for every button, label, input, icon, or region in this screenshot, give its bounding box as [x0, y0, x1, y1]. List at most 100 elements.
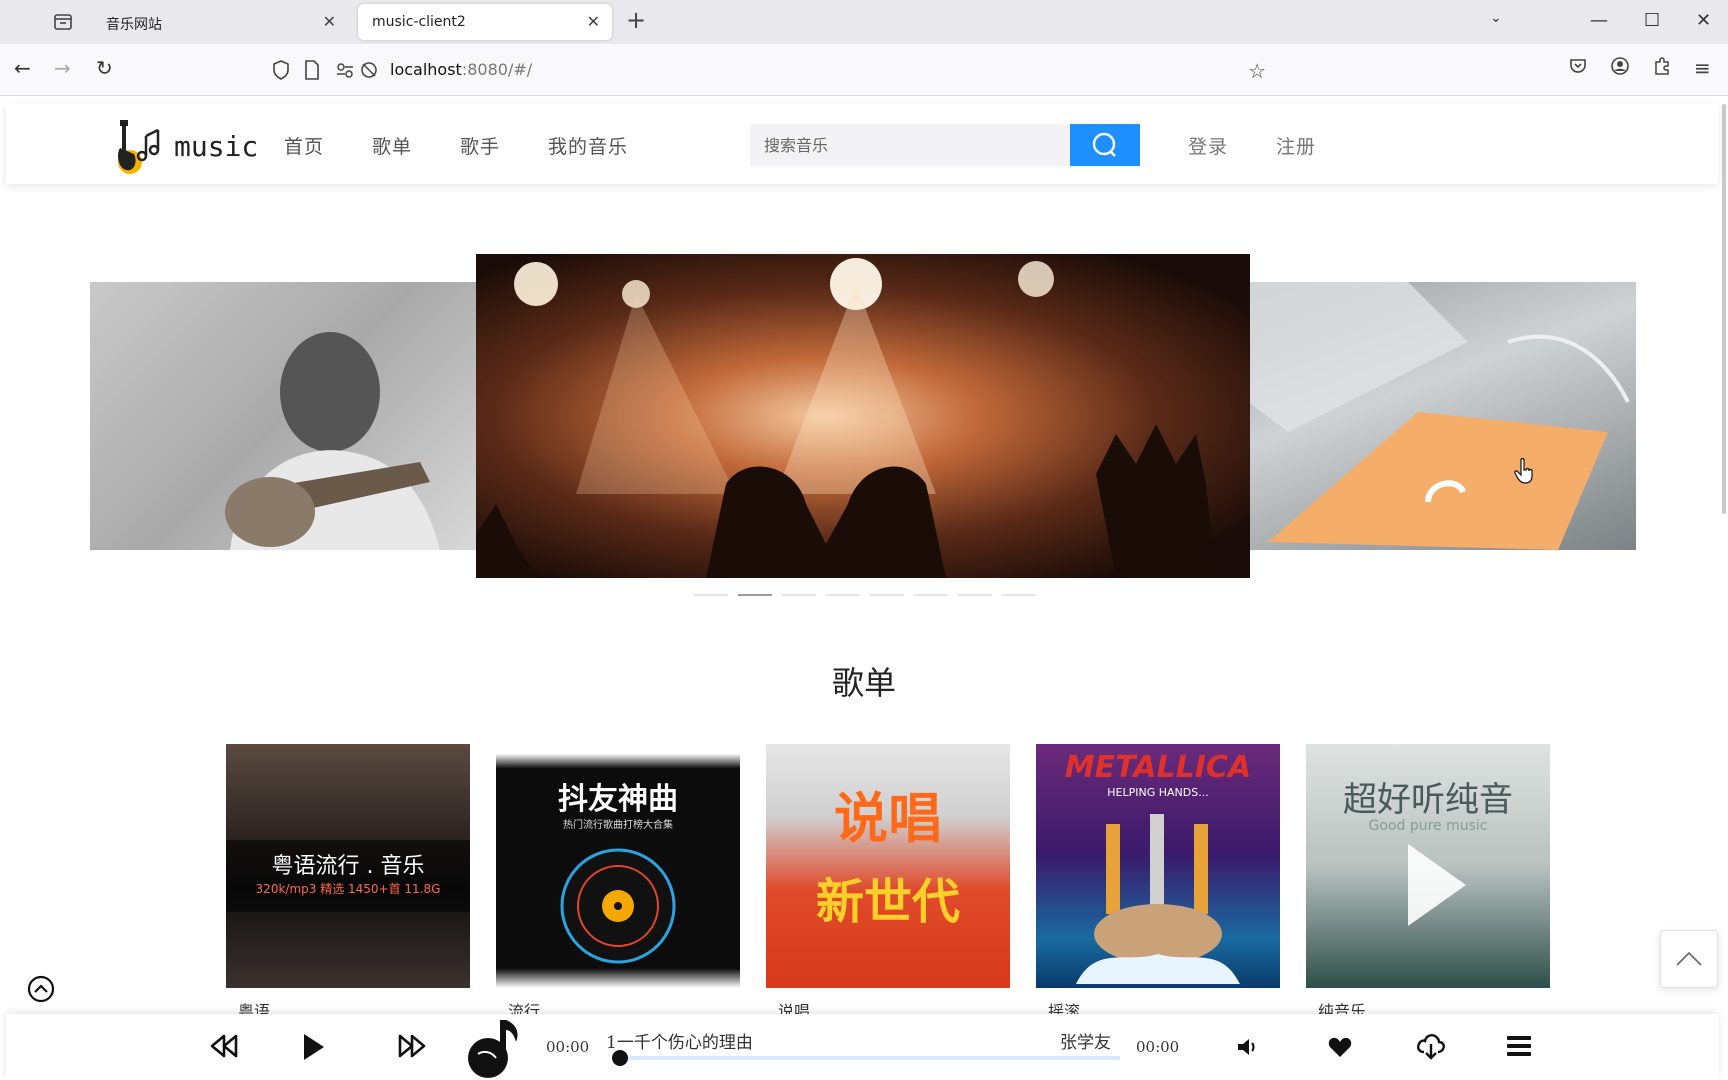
music-player-bar: 00:00 1一千个伤心的理由 张学友 00:00	[6, 1014, 1718, 1080]
forward-icon[interactable]: →	[54, 56, 71, 80]
carousel-indicator[interactable]	[914, 594, 948, 596]
cloud-download-icon	[1417, 1034, 1445, 1060]
nav-home[interactable]: 首页	[284, 132, 324, 159]
carousel-slide-prev[interactable]	[90, 282, 478, 550]
search-icon	[1092, 132, 1116, 157]
url-path: :8080/#/	[461, 60, 533, 79]
next-button[interactable]	[396, 1034, 426, 1058]
cover-title: 说唱	[834, 787, 942, 850]
browser-tab-active[interactable]: music-client2 ✕	[358, 4, 612, 40]
tab-title: music-client2	[372, 14, 466, 30]
permissions-icon[interactable]	[336, 61, 354, 79]
site-header: music 首页 歌单 歌手 我的音乐 登录 注册	[6, 104, 1718, 184]
carousel-indicator[interactable]	[738, 594, 772, 596]
chevron-up-icon	[1676, 951, 1702, 966]
favorite-button[interactable]	[1328, 1036, 1352, 1058]
url-bar[interactable]: localhost:8080/#/ ☆	[260, 51, 1420, 89]
new-tab-icon[interactable]: +	[626, 6, 646, 34]
browser-tab-strip: 音乐网站 ✕ music-client2 ✕ + ⌄ — ☐ ✕	[0, 0, 1728, 44]
close-window-icon[interactable]: ✕	[1696, 10, 1711, 31]
logo-text: music	[174, 130, 259, 163]
page-scrollbar[interactable]	[1722, 104, 1726, 514]
carousel-indicator[interactable]	[694, 594, 728, 596]
cover-subtitle: HELPING HANDS...	[1107, 786, 1209, 799]
page-icon[interactable]	[304, 60, 320, 80]
carousel-indicators	[690, 594, 1040, 600]
volume-button[interactable]	[1236, 1036, 1258, 1058]
playlist-card[interactable]: 说唱 新世代 说唱	[766, 744, 1010, 1021]
account-icon[interactable]	[1610, 56, 1630, 76]
playlist-cover[interactable]: 说唱 新世代	[766, 744, 1010, 988]
song-title: 1一千个伤心的理由	[606, 1033, 753, 1053]
url-host: localhost	[390, 60, 462, 79]
cover-title: 粤语流行 . 音乐	[271, 854, 425, 879]
shield-icon[interactable]	[272, 60, 290, 80]
reload-icon[interactable]: ↻	[96, 56, 113, 80]
tab-list-icon[interactable]	[52, 11, 74, 33]
carousel-indicator[interactable]	[782, 594, 816, 596]
playlist-cover[interactable]: METALLICA HELPING HANDS...	[1036, 744, 1280, 988]
pocket-icon[interactable]	[1568, 56, 1588, 76]
playlist-card[interactable]: 抖友神曲 热门流行歌曲打榜大合集 流行	[496, 744, 740, 1021]
volume-icon	[1238, 1039, 1255, 1055]
extensions-icon[interactable]	[1652, 56, 1672, 76]
carousel-indicator[interactable]	[1002, 594, 1036, 596]
playlist-card[interactable]: METALLICA HELPING HANDS... 摇滚	[1036, 744, 1280, 1021]
playlist-card[interactable]: 超好听纯音 Good pure music 纯音乐	[1306, 744, 1550, 1021]
bookmark-star-icon[interactable]: ☆	[1248, 59, 1266, 83]
back-to-top-button[interactable]	[1660, 930, 1718, 988]
register-link[interactable]: 注册	[1276, 132, 1316, 159]
cover-subtitle: Good pure music	[1368, 818, 1488, 834]
collapse-player-icon[interactable]	[26, 974, 56, 1004]
search-button[interactable]	[1070, 124, 1140, 166]
search-input[interactable]	[750, 124, 1076, 166]
tab-title: 音乐网站	[106, 17, 162, 33]
carousel-indicator[interactable]	[826, 594, 860, 596]
tab-overflow-chevron-icon[interactable]: ⌄	[1490, 10, 1502, 26]
close-icon[interactable]: ✕	[587, 12, 600, 31]
cover-title: 超好听纯音	[1343, 780, 1513, 820]
cover-subtitle: 320k/mp3 精选 1450+首 11.8G	[255, 882, 441, 896]
concert-heart-hands-image	[476, 258, 1216, 578]
download-button[interactable]	[1416, 1032, 1446, 1060]
carousel-slide-next[interactable]	[1248, 282, 1636, 550]
nav-playlist[interactable]: 歌单	[372, 132, 412, 159]
play-overlay-icon[interactable]	[1402, 840, 1472, 930]
progress-bar[interactable]	[612, 1050, 1120, 1066]
carousel-slide-active[interactable]	[476, 254, 1250, 578]
cover-subtitle: 热门流行歌曲打榜大合集	[563, 820, 673, 831]
close-icon[interactable]: ✕	[323, 12, 336, 31]
music-note-icon	[468, 1020, 518, 1078]
total-time: 00:00	[1136, 1038, 1180, 1056]
carousel-indicator[interactable]	[958, 594, 992, 596]
nav-my-music[interactable]: 我的音乐	[548, 132, 628, 159]
guitarist-image	[225, 332, 440, 550]
playlist-menu-button[interactable]	[1506, 1034, 1532, 1058]
app-menu-icon[interactable]: ≡	[1694, 56, 1711, 80]
back-icon[interactable]: ←	[14, 56, 31, 80]
playlist-cover[interactable]: 超好听纯音 Good pure music	[1306, 744, 1550, 988]
tracking-protection-icon[interactable]	[360, 61, 378, 79]
playlist-cover[interactable]: 粤语流行 . 音乐 320k/mp3 精选 1450+首 11.8G	[226, 744, 470, 988]
minimize-icon[interactable]: —	[1590, 10, 1608, 31]
cover-title: 抖友神曲	[558, 782, 678, 817]
song-cover[interactable]	[458, 1014, 526, 1080]
current-time: 00:00	[546, 1038, 590, 1056]
phone-earphones-image	[1248, 282, 1630, 550]
login-link[interactable]: 登录	[1188, 132, 1228, 159]
play-icon	[304, 1034, 324, 1060]
guitar-logo-icon	[118, 120, 160, 174]
play-button[interactable]	[302, 1032, 326, 1062]
url-text[interactable]: localhost:8080/#/	[390, 60, 532, 79]
playlist-cover[interactable]: 抖友神曲 热门流行歌曲打榜大合集	[496, 744, 740, 988]
nav-singer[interactable]: 歌手	[460, 132, 500, 159]
carousel-indicator[interactable]	[870, 594, 904, 596]
guitars-fist-art	[1076, 814, 1240, 984]
banner-carousel[interactable]	[0, 250, 1728, 600]
progress-knob[interactable]	[612, 1050, 628, 1066]
playlist-card[interactable]: 粤语流行 . 音乐 320k/mp3 精选 1450+首 11.8G 粤语	[226, 744, 470, 1021]
previous-button[interactable]	[210, 1034, 240, 1058]
maximize-icon[interactable]: ☐	[1644, 10, 1660, 31]
site-logo[interactable]: music	[114, 118, 264, 178]
browser-tab[interactable]: 音乐网站 ✕	[92, 4, 348, 40]
